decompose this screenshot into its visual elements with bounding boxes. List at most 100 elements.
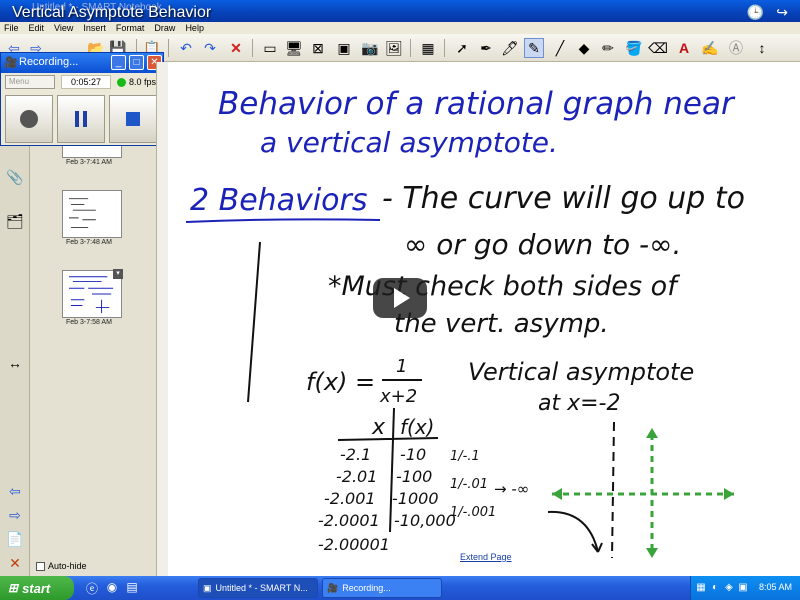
full-screen-icon[interactable]: 🖥 (284, 38, 304, 58)
security-icon[interactable]: ◈ (723, 582, 735, 594)
menu-help[interactable]: Help (185, 22, 204, 34)
whiteboard-canvas[interactable]: Behavior of a rational graph near a vert… (168, 62, 800, 576)
show-desktop-icon[interactable]: ▤ (124, 580, 140, 596)
browser-icon[interactable]: ⓔ (84, 580, 100, 596)
forward-arrow-icon[interactable]: ⇨ (4, 504, 26, 526)
start-button[interactable]: ⊞ start (0, 576, 74, 600)
screen-shade-icon[interactable]: ▭ (260, 38, 280, 58)
speaker-icon[interactable]: ◐ (709, 582, 721, 594)
record-button[interactable] (5, 95, 53, 143)
media-player-icon[interactable]: ◉ (104, 580, 120, 596)
autohide-toggle[interactable]: Auto-hide (36, 561, 87, 571)
behavior-line-1: - The curve will go up to (382, 181, 745, 216)
creative-pen-icon[interactable]: 🖊 (500, 38, 520, 58)
add-page-icon[interactable]: 📄 (4, 528, 26, 550)
system-tray: ▦ ◐ ◈ ▣ 8:05 AM (690, 576, 800, 600)
page-thumbnail-1[interactable] (62, 146, 122, 158)
asymptote-line-2: at x=-2 (538, 391, 621, 416)
pause-icon (75, 111, 87, 127)
sorter-scrollbar[interactable] (156, 62, 168, 576)
transparent-layer-icon[interactable]: ⊠ (308, 38, 328, 58)
pen-icon[interactable]: ✒ (476, 38, 496, 58)
minimize-icon[interactable]: _ (111, 55, 126, 70)
text-icon[interactable]: A (674, 38, 694, 58)
insert-image-icon[interactable]: 🖼 (384, 38, 404, 58)
share-icon[interactable]: ↪ (776, 4, 788, 21)
table-fx-value: -100 (396, 467, 432, 486)
select-arrow-icon[interactable]: ➚ (452, 38, 472, 58)
magic-pen-icon[interactable]: ✏ (598, 38, 618, 58)
stop-icon (126, 112, 140, 126)
asymptote-line-1: Vertical asymptote (468, 358, 694, 386)
autohide-checkbox[interactable] (36, 561, 45, 571)
magic-icon[interactable]: Ⓐ (726, 38, 746, 58)
function-denominator: x+2 (379, 386, 417, 407)
eraser-icon[interactable]: ⌫ (648, 38, 668, 58)
highlighter-icon[interactable]: ✎ (524, 38, 544, 58)
note-line-2: the vert. asymp. (394, 309, 609, 339)
table-fx-value: -1000 (392, 489, 439, 508)
table-x-value: -2.00001 (318, 535, 390, 554)
title-bar: Untitled * - SMART Notebook Vertical Asy… (0, 0, 800, 22)
play-icon (394, 288, 410, 308)
recording-title: Recording... (19, 56, 79, 68)
taskbar-item-notebook[interactable]: ▣ Untitled * - SMART N... (198, 578, 318, 598)
side-tab-column: 📎 🗂 ↔ ⇦ ⇨ 📄 ✕ (0, 146, 30, 576)
behavior-line-2: ∞ or go down to -∞. (404, 228, 681, 261)
page-thumbnail-2[interactable] (62, 190, 122, 238)
bracket-line (247, 241, 261, 403)
table-header-x: x (371, 415, 386, 440)
table-x-value: -2.01 (336, 467, 377, 486)
recorder-icon: 🎥 (4, 57, 18, 69)
delete-icon[interactable]: ✕ (226, 38, 246, 58)
menu-bar: File Edit View Insert Format Draw Help (0, 22, 800, 34)
menu-view[interactable]: View (54, 22, 73, 34)
thumbnail-menu-icon[interactable]: ▾ (113, 269, 123, 279)
menu-draw[interactable]: Draw (154, 22, 175, 34)
menu-edit[interactable]: Edit (29, 22, 45, 34)
recorder-app-icon: 🎥 (327, 582, 339, 593)
video-title[interactable]: Vertical Asymptote Behavior (12, 4, 211, 22)
network-icon[interactable]: ▦ (695, 582, 707, 594)
toolbar-divider (168, 39, 169, 57)
resize-sidebar-icon[interactable]: ↔ (4, 352, 26, 374)
recording-status-row: Menu 0:05:27 8.0 fps (1, 73, 163, 91)
line-icon[interactable]: ╱ (550, 38, 570, 58)
handwriting-recognition-icon[interactable]: ✍ (700, 38, 720, 58)
windows-logo-icon: ⊞ (8, 581, 19, 595)
thumbnail-label: Feb 3-7:41 AM (66, 159, 112, 166)
delete-page-icon[interactable]: ✕ (4, 552, 26, 574)
taskbar-item-recording[interactable]: 🎥 Recording... (322, 578, 442, 598)
clock-icon[interactable]: 🕒 (747, 4, 764, 21)
taskbar-item-label: Recording... (342, 583, 391, 593)
menu-insert[interactable]: Insert (83, 22, 106, 34)
extend-page-link[interactable]: Extend Page (460, 552, 512, 562)
attachments-icon[interactable]: 📎 (4, 166, 26, 188)
menu-format[interactable]: Format (116, 22, 145, 34)
fraction-note: 1/-.01 (450, 477, 488, 492)
menu-file[interactable]: File (4, 22, 19, 34)
video-play-button[interactable] (373, 278, 427, 318)
stop-button[interactable] (109, 95, 157, 143)
page-thumbnail-3[interactable]: ▾ (62, 269, 123, 318)
toolbar-divider (252, 39, 253, 57)
maximize-icon[interactable]: □ (129, 55, 144, 70)
pause-button[interactable] (57, 95, 105, 143)
tray-app-icon[interactable]: ▣ (737, 582, 749, 594)
autohide-label: Auto-hide (48, 561, 87, 571)
screen-capture-icon[interactable]: 📷 (360, 38, 380, 58)
fraction-note: 1/-.1 (450, 449, 480, 464)
fill-icon[interactable]: 🪣 (624, 38, 644, 58)
back-arrow-icon[interactable]: ⇦ (4, 480, 26, 502)
redo-icon[interactable]: ↷ (200, 38, 220, 58)
dual-page-icon[interactable]: ▣ (334, 38, 354, 58)
table-header-fx: f(x) (400, 415, 434, 439)
notebook-app-icon: ▣ (203, 582, 212, 593)
function-label: f(x) = (306, 368, 375, 396)
recording-menu-dropdown[interactable]: Menu (5, 75, 55, 89)
move-toolbar-icon[interactable]: ↕ (752, 38, 772, 58)
properties-icon[interactable]: 🗂 (4, 210, 26, 232)
table-icon[interactable]: ▦ (418, 38, 438, 58)
shapes-icon[interactable]: ◆ (574, 38, 594, 58)
undo-icon[interactable]: ↶ (176, 38, 196, 58)
